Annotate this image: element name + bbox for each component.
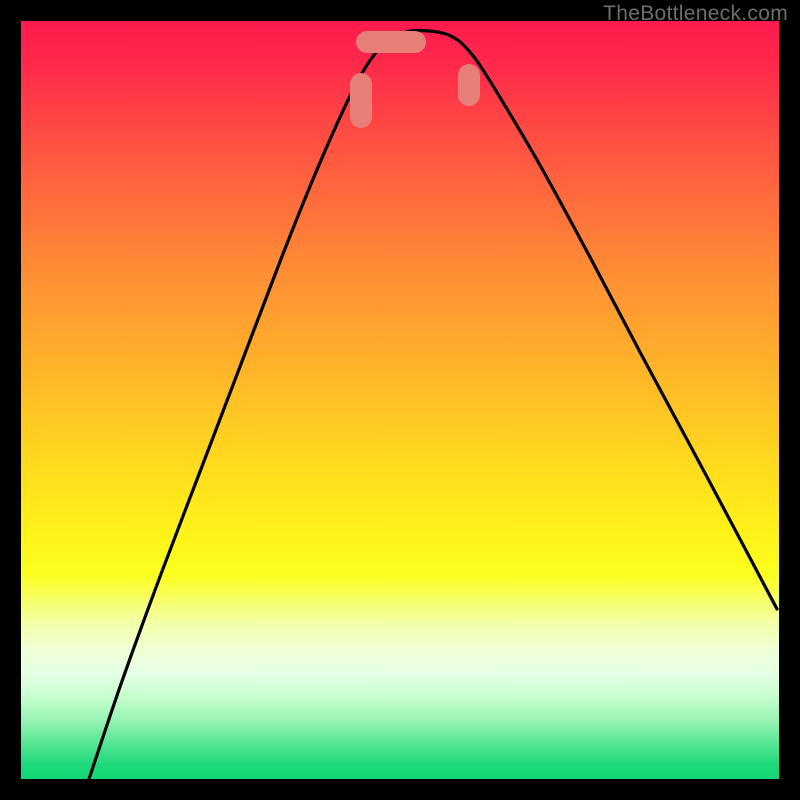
pink-bump-right xyxy=(458,64,480,106)
watermark-text: TheBottleneck.com xyxy=(603,2,788,26)
plot-area xyxy=(21,21,779,779)
curve-layer xyxy=(21,21,779,779)
pink-bump-middle xyxy=(356,31,426,53)
pink-bumps-group xyxy=(350,31,480,128)
pink-bump-left xyxy=(350,73,372,128)
bottleneck-curve xyxy=(89,30,777,779)
chart-frame: TheBottleneck.com xyxy=(0,0,800,800)
